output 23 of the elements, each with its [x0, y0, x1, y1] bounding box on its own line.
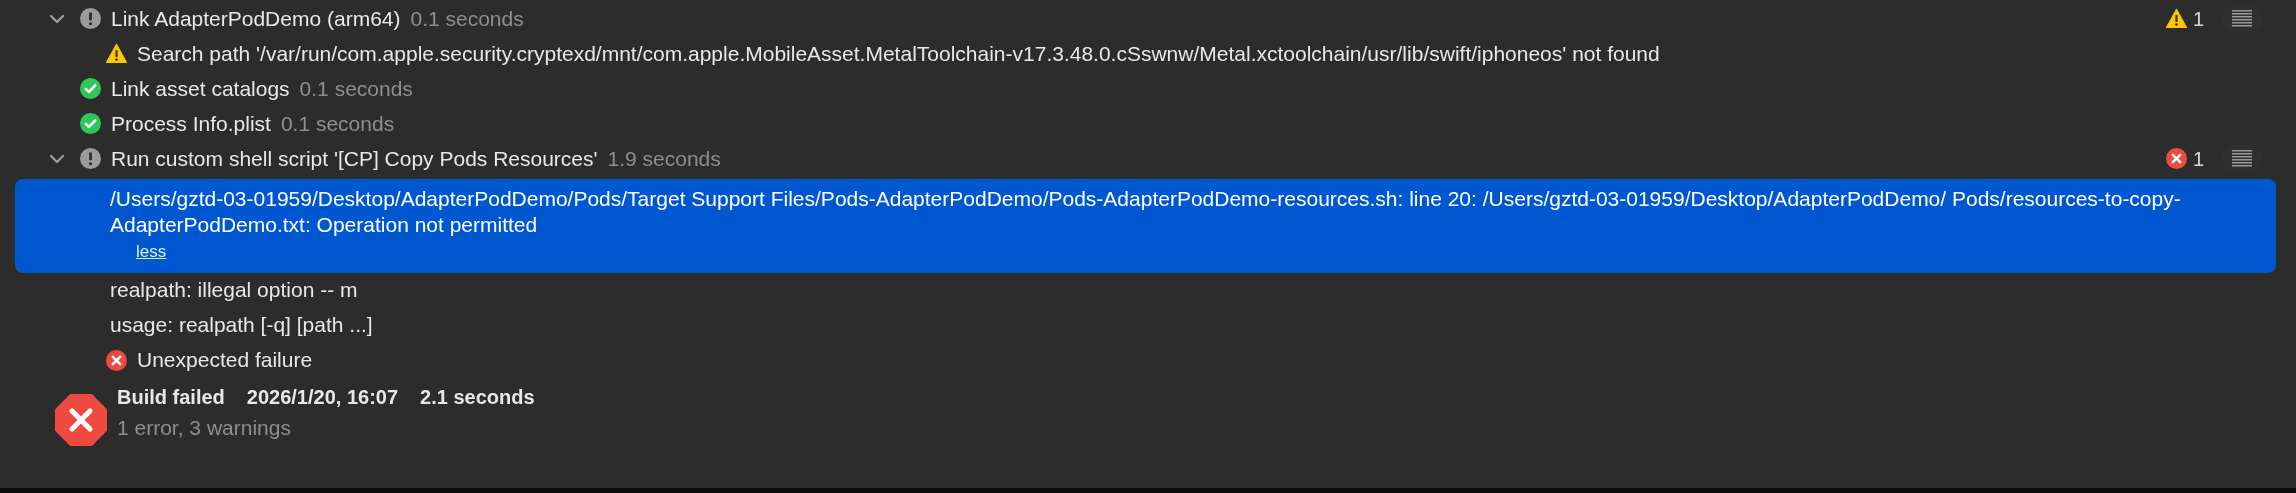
step-title: Link AdapterPodDemo (arm64): [111, 5, 401, 32]
log-message: Search path '/var/run/com.apple.security.cryptexd/mnt/com.apple.MobileAsset.MetalToolchain-v17.3.48.0.cSswnw/Metal.xctoolchain/usr/lib/swift/iphoneos' not found: [137, 40, 1660, 67]
log-message: usage: realpath [-q] [path ...]: [110, 312, 373, 339]
issue-count: 1: [2192, 146, 2204, 172]
list-icon: [2232, 149, 2252, 168]
step-title: Run custom shell script '[CP] Copy Pods Resources': [111, 145, 598, 172]
step-duration: 0.1 seconds: [280, 110, 395, 137]
log-message: Unexpected failure: [137, 347, 313, 374]
log-message-text: /Users/gztd-03-01959/Desktop/AdapterPodDemo/Pods/Target Support Files/Pods-AdapterPodDemo/Pods-AdapterPodDemo-resources.sh: line 20: /Users/gztd-03-01959/Desktop/AdapterPodDemo/ Pods/resources-to-copy-AdapterPodDemo.txt: Operation not permitted: [110, 186, 2182, 237]
step-title: Process Info.plist: [111, 110, 271, 137]
list-icon: [2232, 9, 2252, 28]
step-duration: 1.9 seconds: [607, 145, 721, 172]
selected-log-message[interactable]: [15, 179, 2276, 273]
issue-summary: 1 error, 3 warnings: [117, 414, 292, 441]
step-duration: 0.1 seconds: [299, 75, 413, 102]
build-date: 2026/1/20, 16:07: [246, 385, 399, 408]
build-status: Build failed: [117, 385, 225, 408]
step-duration: 0.1 seconds: [410, 5, 524, 32]
issue-count: 1: [2192, 6, 2204, 32]
log-message: realpath: illegal option -- m: [110, 277, 358, 304]
step-title: Link asset catalogs: [111, 75, 290, 102]
build-duration: 2.1 seconds: [420, 385, 535, 408]
less-link[interactable]: less: [136, 242, 167, 261]
